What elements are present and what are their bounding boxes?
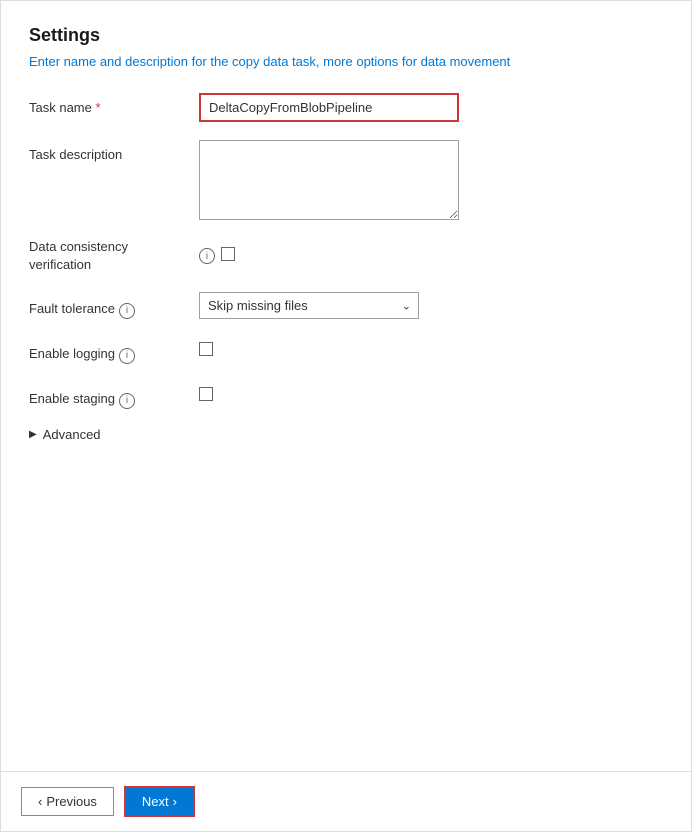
enable-staging-checkbox[interactable] <box>199 387 213 401</box>
task-description-label: Task description <box>29 140 199 164</box>
data-consistency-checkbox[interactable] <box>221 247 235 261</box>
previous-button-label: Previous <box>46 794 97 809</box>
fault-tolerance-control: Skip missing files None Skip incompatibl… <box>199 292 663 319</box>
task-name-label: Task name * <box>29 93 199 117</box>
fault-tolerance-row: Fault tolerance i Skip missing files Non… <box>29 292 663 319</box>
task-description-control <box>199 140 663 220</box>
next-button[interactable]: Next › <box>124 786 195 817</box>
data-consistency-row: Data consistencyverification i <box>29 238 663 274</box>
enable-logging-row: Enable logging i <box>29 337 663 364</box>
enable-staging-row: Enable staging i <box>29 382 663 409</box>
fault-tolerance-info-icon[interactable]: i <box>119 303 135 319</box>
advanced-chevron-icon: ▶ <box>29 429 37 440</box>
data-consistency-label: Data consistencyverification <box>29 238 199 274</box>
enable-logging-control <box>199 337 663 356</box>
footer: ‹ Previous Next › <box>1 771 691 831</box>
enable-staging-label: Enable staging i <box>29 382 199 409</box>
next-button-label: Next <box>142 794 169 809</box>
data-consistency-checkbox-wrapper: i <box>199 238 235 264</box>
next-chevron-icon: › <box>173 794 177 809</box>
page-subtitle[interactable]: Enter name and description for the copy … <box>29 54 663 69</box>
data-consistency-control: i <box>199 238 663 264</box>
task-name-control <box>199 93 663 122</box>
previous-chevron-icon: ‹ <box>38 794 42 809</box>
previous-button[interactable]: ‹ Previous <box>21 787 114 816</box>
fault-tolerance-select-wrapper: Skip missing files None Skip incompatibl… <box>199 292 419 319</box>
advanced-row[interactable]: ▶ Advanced <box>29 427 663 442</box>
page-title: Settings <box>29 25 663 46</box>
advanced-label: Advanced <box>43 427 101 442</box>
enable-logging-checkbox[interactable] <box>199 342 213 356</box>
task-name-input[interactable] <box>199 93 459 122</box>
data-consistency-info-icon[interactable]: i <box>199 248 215 264</box>
task-name-row: Task name * <box>29 93 663 122</box>
enable-staging-info-icon[interactable]: i <box>119 393 135 409</box>
enable-staging-control <box>199 382 663 401</box>
fault-tolerance-select[interactable]: Skip missing files None Skip incompatibl… <box>199 292 419 319</box>
enable-logging-info-icon[interactable]: i <box>119 348 135 364</box>
enable-staging-checkbox-wrapper <box>199 382 213 401</box>
required-indicator: * <box>96 100 101 115</box>
fault-tolerance-label: Fault tolerance i <box>29 292 199 319</box>
enable-logging-label: Enable logging i <box>29 337 199 364</box>
task-description-row: Task description <box>29 140 663 220</box>
task-description-textarea[interactable] <box>199 140 459 220</box>
enable-logging-checkbox-wrapper <box>199 337 213 356</box>
